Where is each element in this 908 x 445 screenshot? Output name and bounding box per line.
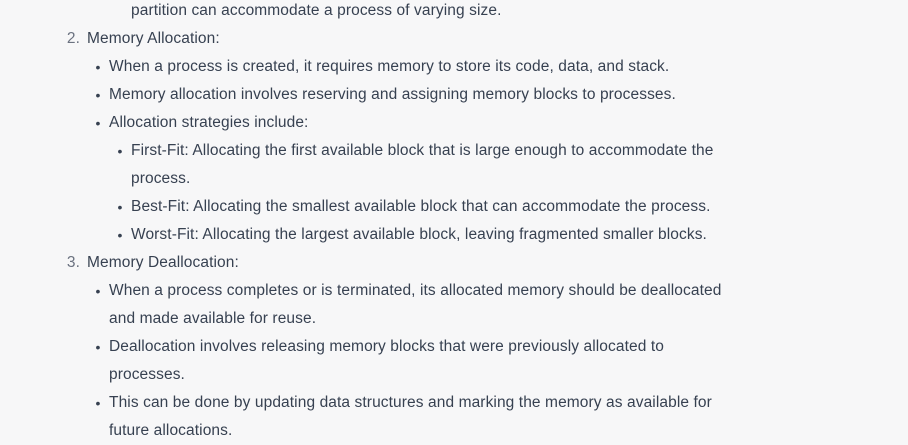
list-number: 2. [66,30,80,47]
bullet-icon: • [117,227,123,243]
section-heading: Memory Allocation: [87,30,220,47]
sub-bullet-text: Best-Fit: Allocating the smallest availa… [131,198,711,215]
continuation-text: partition can accommodate a process of v… [131,2,502,19]
bullet-text: Allocation strategies include: [109,114,309,131]
bullet-icon: • [95,59,101,75]
document-content: partition can accommodate a process of v… [0,0,908,445]
bullet-text: Memory allocation involves reserving and… [109,86,676,103]
sub-bullet-text: Worst-Fit: Allocating the largest availa… [131,226,707,243]
bullet-text: This can be done by updating data struct… [109,394,712,411]
section-heading: Memory Deallocation: [87,254,239,271]
bullet-icon: • [95,283,101,299]
bullet-icon: • [117,143,123,159]
bullet-text: processes. [109,366,185,383]
sub-bullet-text: process. [131,170,191,187]
bullet-text: When a process completes or is terminate… [109,282,722,299]
bullet-text: When a process is created, it requires m… [109,58,670,75]
list-number: 3. [66,254,80,271]
bullet-icon: • [95,115,101,131]
bullet-text: future allocations. [109,422,233,439]
bullet-icon: • [117,199,123,215]
bullet-text: and made available for reuse. [109,310,317,327]
bullet-icon: • [95,339,101,355]
bullet-text: Deallocation involves releasing memory b… [109,338,664,355]
bullet-icon: • [95,87,101,103]
sub-bullet-text: First-Fit: Allocating the first availabl… [131,142,714,159]
bullet-icon: • [95,395,101,411]
